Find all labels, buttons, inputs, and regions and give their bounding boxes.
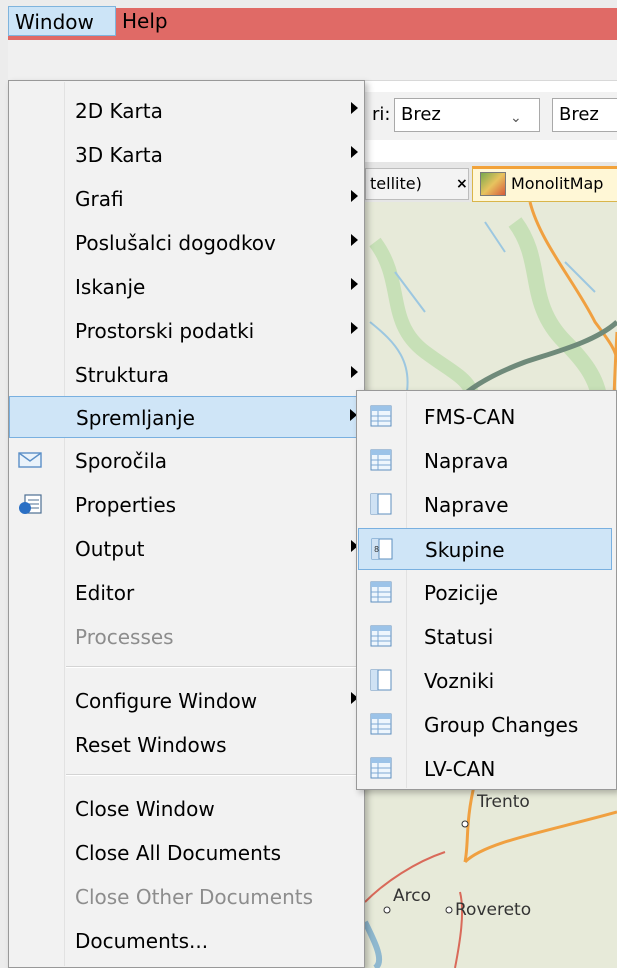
submenu-item-skupine[interactable]: 8 Skupine [358,528,612,570]
table-icon [370,449,392,471]
tab-label: tellite) [370,174,422,193]
submenu-item-label: Naprava [424,449,509,473]
menu-item-label: Struktura [75,363,170,387]
menu-item-label: Close Window [75,797,215,821]
properties-icon [19,494,42,514]
submenu-item-naprave[interactable]: Naprave [358,484,612,526]
menu-help[interactable]: Help [116,6,180,36]
menu-item-2d-karta[interactable]: 2D Karta [9,90,364,132]
menu-item-3d-karta[interactable]: 3D Karta [9,134,364,176]
menu-item-properties[interactable]: Properties [9,484,364,526]
map-place-label: Arco [393,886,431,906]
menu-item-label: Iskanje [75,275,146,299]
menu-item-sporocila[interactable]: Sporočila [9,440,364,482]
menu-item-label: Editor [75,581,135,605]
menu-item-label: Processes [75,625,174,649]
submenu-item-label: Vozniki [424,669,495,693]
menu-item-configure-window[interactable]: Configure Window [9,680,364,722]
table-icon [370,713,392,735]
submenu-item-label: Naprave [424,493,509,517]
submenu-item-statusi[interactable]: Statusi [358,616,612,658]
chevron-down-icon: ⌄ [510,110,522,126]
menu-item-output[interactable]: Output [9,528,364,570]
menu-window[interactable]: Window [8,6,116,36]
table-icon [370,625,392,647]
map-place-label: Trento [477,792,530,812]
submenu-arrow-icon [351,278,358,290]
menu-item-iskanje[interactable]: Iskanje [9,266,364,308]
menu-separator-highlight [66,775,362,776]
menu-bar [8,40,617,81]
menu-item-label: Close All Documents [75,841,282,865]
list-table-icon [370,493,392,515]
menu-item-label: Spremljanje [76,406,195,430]
menu-item-editor[interactable]: Editor [9,572,364,614]
menu-item-reset-windows[interactable]: Reset Windows [9,724,364,766]
table-icon [370,581,392,603]
menu-item-grafi[interactable]: Grafi [9,178,364,220]
menu-item-label: Properties [75,493,177,517]
submenu-item-fms-can[interactable]: FMS-CAN [358,396,612,438]
envelope-icon [18,452,42,468]
menu-item-label: Sporočila [75,449,168,473]
submenu-arrow-icon [351,190,358,202]
menu-item-processes: Processes [9,616,364,658]
menu-item-close-all-documents[interactable]: Close All Documents [9,832,364,874]
menu-item-label: Prostorski podatki [75,319,255,343]
table-icon [370,757,392,779]
menu-item-struktura[interactable]: Struktura [9,354,364,396]
menu-item-close-other-documents: Close Other Documents [9,876,364,918]
menu-item-spremljanje[interactable]: Spremljanje [9,396,364,438]
submenu-item-naprava[interactable]: Naprava [358,440,612,482]
close-icon[interactable]: × [456,169,468,199]
toolbar-filter-label: ri: [372,104,391,125]
menu-item-label: Output [75,537,145,561]
submenu-item-pozicije[interactable]: Pozicije [358,572,612,614]
tab-label: MonolitMap [511,174,604,193]
menu-item-close-window[interactable]: Close Window [9,788,364,830]
submenu-item-lv-can[interactable]: LV-CAN [358,748,612,790]
submenu-item-label: Pozicije [424,581,499,605]
submenu-item-label: Skupine [425,538,505,562]
menu-item-label: Reset Windows [75,733,227,757]
menu-item-label: Grafi [75,187,124,211]
menu-item-label: Configure Window [75,689,258,713]
menu-separator-highlight [66,667,362,668]
menu-item-label: Poslušalci dogodkov [75,231,276,255]
submenu-arrow-icon [351,366,358,378]
submenu-arrow-icon [351,146,358,158]
submenu-arrow-icon [351,322,358,334]
tab-satellite[interactable]: tellite) × [365,168,469,200]
submenu-item-label: Statusi [424,625,494,649]
submenu-item-label: Group Changes [424,713,579,737]
menu-item-poslusalci-dogodkov[interactable]: Poslušalci dogodkov [9,222,364,264]
menu-item-documents[interactable]: Documents... [9,920,364,962]
map-place-label: Rovereto [455,900,532,920]
list-table-icon [370,669,392,691]
submenu-item-label: LV-CAN [424,757,496,781]
menu-item-label: Documents... [75,929,209,953]
submenu-arrow-icon [351,102,358,114]
submenu-item-vozniki[interactable]: Vozniki [358,660,612,702]
group-table-icon: 8 [371,538,393,560]
submenu-item-label: FMS-CAN [424,405,516,429]
table-icon [370,405,392,427]
menu-item-prostorski-podatki[interactable]: Prostorski podatki [9,310,364,352]
submenu-item-group-changes[interactable]: Group Changes [358,704,612,746]
menu-item-label: 2D Karta [75,99,163,123]
svg-text:8: 8 [374,545,379,554]
menu-item-label: 3D Karta [75,143,163,167]
submenu-arrow-icon [351,234,358,246]
filter-select-2[interactable]: Brez [552,98,617,132]
map-icon [480,172,506,196]
menu-item-label: Close Other Documents [75,885,314,909]
